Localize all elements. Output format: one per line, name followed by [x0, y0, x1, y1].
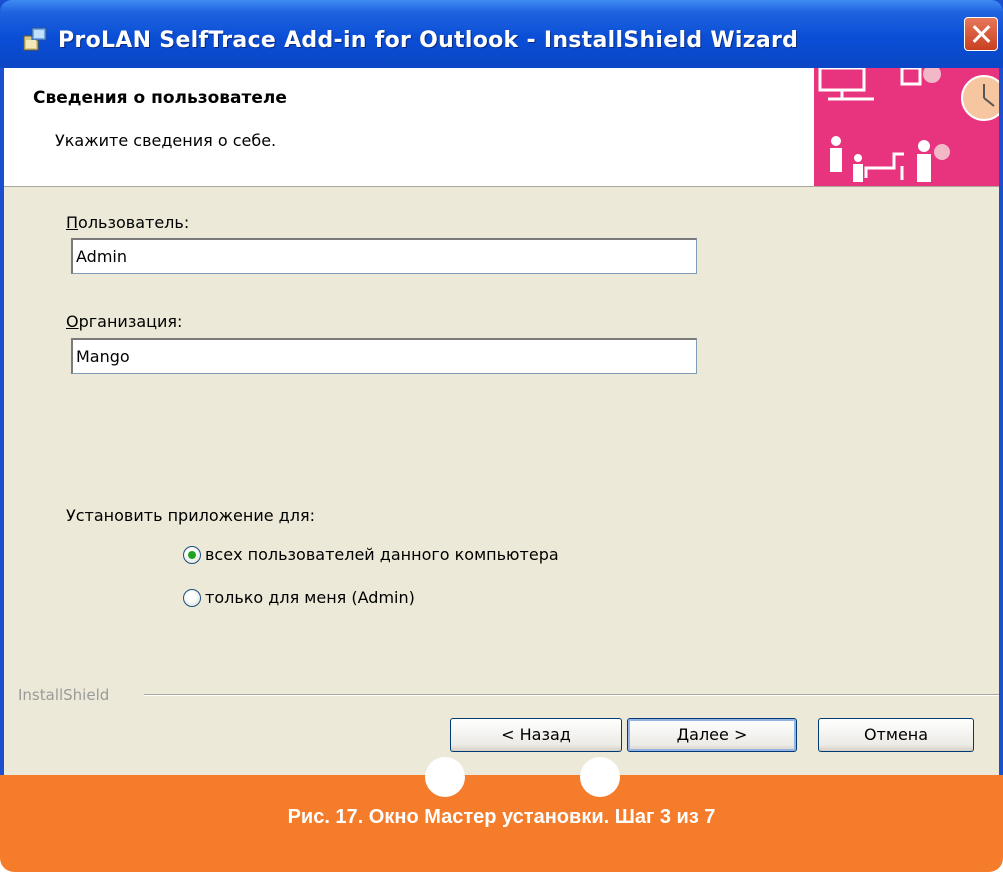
organization-label-text: рганизация: [78, 312, 183, 331]
installer-window: ProLAN SelfTrace Add-in for Outlook - In… [0, 0, 1003, 775]
user-label-accelerator: П [66, 213, 79, 232]
installshield-brand: InstallShield [18, 686, 110, 704]
connector-dot [580, 757, 620, 797]
radio-only-me[interactable] [183, 589, 201, 607]
header-banner: Сведения о пользователе Укажите сведения… [4, 68, 999, 187]
radio-only-me-label[interactable]: только для меня (Admin) [205, 588, 415, 607]
organization-label-accelerator: О [66, 312, 79, 331]
connector-dot [425, 757, 465, 797]
install-for-label: Установить приложение для: [66, 506, 315, 525]
back-button[interactable]: < Назад [450, 718, 622, 752]
banner-graphic [814, 68, 999, 186]
user-name-value: Admin [76, 247, 127, 266]
organization-field[interactable]: Mango [71, 338, 697, 374]
cancel-button[interactable]: Отмена [818, 718, 974, 752]
title-bar[interactable]: ProLAN SelfTrace Add-in for Outlook - In… [0, 0, 1003, 68]
footer-separator [144, 694, 999, 696]
next-button[interactable]: Далее > [627, 718, 797, 752]
organization-label: Организация: [66, 312, 182, 331]
installer-app-icon [23, 27, 47, 51]
organization-value: Mango [76, 347, 130, 366]
caption-bar: Рис. 17. Окно Мастер установки. Шаг 3 из… [0, 757, 1003, 872]
page-title: Сведения о пользователе [33, 88, 287, 108]
figure-caption: Рис. 17. Окно Мастер установки. Шаг 3 из… [287, 806, 716, 828]
page-subtitle: Укажите сведения о себе. [55, 131, 277, 150]
window-title: ProLAN SelfTrace Add-in for Outlook - In… [58, 28, 799, 53]
radio-all-users-label[interactable]: всех пользователей данного компьютера [205, 545, 559, 564]
dialog-client-area: Сведения о пользователе Укажите сведения… [4, 68, 999, 775]
user-label: Пользователь: [66, 213, 189, 232]
radio-all-users[interactable] [183, 546, 201, 564]
close-button[interactable] [964, 17, 998, 51]
user-label-text: ользователь: [78, 213, 190, 232]
user-name-field[interactable]: Admin [71, 238, 697, 274]
